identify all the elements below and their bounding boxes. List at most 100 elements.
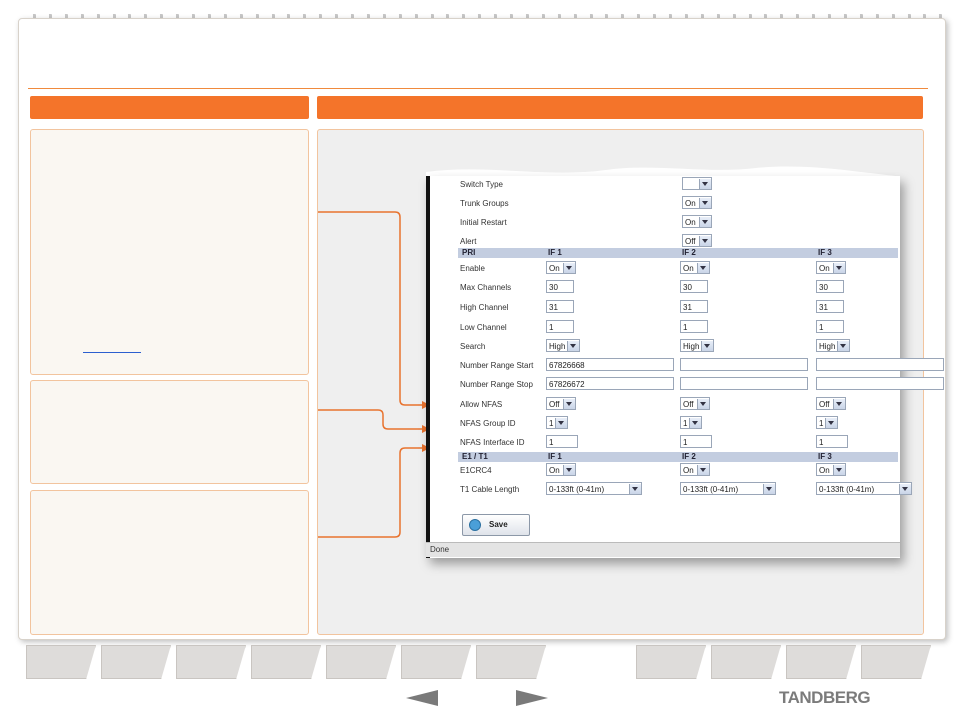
text-input[interactable] xyxy=(680,358,808,371)
header-rule xyxy=(28,88,928,89)
dropdown-select[interactable]: On xyxy=(546,261,576,274)
dropdown-value: Off xyxy=(683,400,694,409)
chevron-down-icon xyxy=(697,465,709,475)
section-tab[interactable] xyxy=(711,645,781,679)
dropdown-value: On xyxy=(819,466,830,475)
dropdown-value: 0-133ft (0-41m) xyxy=(819,485,875,494)
text-input[interactable]: 30 xyxy=(816,280,844,293)
form-row-label: Switch Type xyxy=(460,180,503,189)
text-input[interactable]: 31 xyxy=(680,300,708,313)
section-tab[interactable] xyxy=(786,645,856,679)
callout-arrow-2 xyxy=(318,409,424,430)
section-tab[interactable] xyxy=(26,645,96,679)
chevron-down-icon xyxy=(699,236,711,246)
dropdown-select[interactable]: On xyxy=(816,261,846,274)
section-tab[interactable] xyxy=(476,645,546,679)
text-input[interactable]: 31 xyxy=(546,300,574,313)
text-input[interactable]: 30 xyxy=(546,280,574,293)
dropdown-select[interactable]: 0-133ft (0-41m) xyxy=(816,482,912,495)
form-row: High Channel 31 31 31 xyxy=(430,299,896,317)
dropdown-select[interactable]: On xyxy=(546,463,576,476)
chevron-down-icon xyxy=(555,418,567,428)
save-icon xyxy=(469,519,481,531)
form-row-label: Number Range Stop xyxy=(460,380,533,389)
dropdown-select[interactable]: High xyxy=(680,339,714,352)
dropdown-select[interactable]: Off xyxy=(682,234,712,247)
dropdown-select[interactable]: On xyxy=(682,215,712,228)
form-row: NFAS Group ID 1 1 1 xyxy=(430,415,896,433)
chevron-down-icon xyxy=(837,341,849,351)
text-input[interactable]: 67826668 xyxy=(546,358,674,371)
dropdown-select[interactable]: Off xyxy=(816,397,846,410)
text-input[interactable] xyxy=(816,358,944,371)
text-input[interactable]: 1 xyxy=(546,320,574,333)
section-tab[interactable] xyxy=(101,645,171,679)
dropdown-value: On xyxy=(683,466,694,475)
previous-page-icon[interactable] xyxy=(406,690,438,706)
chevron-down-icon xyxy=(833,465,845,475)
next-page-icon[interactable] xyxy=(516,690,548,706)
chevron-down-icon xyxy=(833,263,845,273)
section-tab[interactable] xyxy=(251,645,321,679)
dropdown-select[interactable]: Off xyxy=(680,397,710,410)
text-input[interactable]: 30 xyxy=(680,280,708,293)
section-tab[interactable] xyxy=(326,645,396,679)
chevron-down-icon xyxy=(699,198,711,208)
dropdown-select[interactable]: 0-133ft (0-41m) xyxy=(680,482,776,495)
dropdown-select[interactable]: 1 xyxy=(816,416,838,429)
info-panel-2 xyxy=(30,380,309,484)
form-row: Number Range Start 67826668 xyxy=(430,357,944,375)
form-row: E1CRC4 On On On xyxy=(430,462,896,480)
form-row-label: T1 Cable Length xyxy=(460,485,520,494)
bottom-tabs xyxy=(26,645,931,681)
section-tab[interactable] xyxy=(401,645,471,679)
text-input[interactable]: 1 xyxy=(680,320,708,333)
text-input[interactable]: 1 xyxy=(680,435,712,448)
dropdown-select[interactable]: High xyxy=(816,339,850,352)
section-tab[interactable] xyxy=(861,645,931,679)
form-row: Initial Restart On xyxy=(430,214,896,232)
dropdown-select[interactable]: On xyxy=(816,463,846,476)
form-row: NFAS Interface ID 1 1 1 xyxy=(430,434,896,452)
section-header: E1 / T1 IF 1 IF 2 IF 3 xyxy=(458,452,898,462)
info-panel-1 xyxy=(30,129,309,375)
text-input[interactable]: 31 xyxy=(816,300,844,313)
text-input[interactable]: 1 xyxy=(816,435,848,448)
text-input[interactable] xyxy=(816,377,944,390)
callout-arrow-1 xyxy=(318,211,424,406)
column-header: IF 1 xyxy=(548,452,562,461)
dropdown-select[interactable]: High xyxy=(546,339,580,352)
form-row-label: Trunk Groups xyxy=(460,199,509,208)
dropdown-value: Off xyxy=(819,400,830,409)
info-link[interactable] xyxy=(83,352,141,353)
dropdown-select[interactable] xyxy=(682,177,712,190)
text-input[interactable]: 1 xyxy=(816,320,844,333)
save-button[interactable]: Save xyxy=(462,514,530,536)
form-row-label: High Channel xyxy=(460,303,509,312)
section-header: PRI IF 1 IF 2 IF 3 xyxy=(458,248,898,258)
section-tab[interactable] xyxy=(636,645,706,679)
form-row: Max Channels 30 30 30 xyxy=(430,279,896,297)
section-tab[interactable] xyxy=(176,645,246,679)
dropdown-value: On xyxy=(683,264,694,273)
text-input[interactable] xyxy=(680,377,808,390)
chevron-down-icon xyxy=(763,484,775,494)
text-input[interactable]: 1 xyxy=(546,435,578,448)
dropdown-select[interactable]: 1 xyxy=(546,416,568,429)
text-input[interactable]: 67826672 xyxy=(546,377,674,390)
dropdown-select[interactable]: On xyxy=(680,463,710,476)
dropdown-value: High xyxy=(683,342,700,351)
chevron-down-icon xyxy=(563,465,575,475)
dropdown-select[interactable]: On xyxy=(682,196,712,209)
dropdown-select[interactable]: Off xyxy=(546,397,576,410)
form-row: Switch Type xyxy=(430,176,896,194)
dropdown-select[interactable]: 1 xyxy=(680,416,702,429)
info-panel-3 xyxy=(30,490,309,635)
form-row-label: Max Channels xyxy=(460,283,512,292)
dropdown-select[interactable]: 0-133ft (0-41m) xyxy=(546,482,642,495)
dropdown-select[interactable]: On xyxy=(680,261,710,274)
form-row: Allow NFAS Off Off Off xyxy=(430,396,896,414)
section-title: PRI xyxy=(462,248,476,257)
form-row: Enable On On On xyxy=(430,260,896,278)
form-row: Search High High High xyxy=(430,338,896,356)
